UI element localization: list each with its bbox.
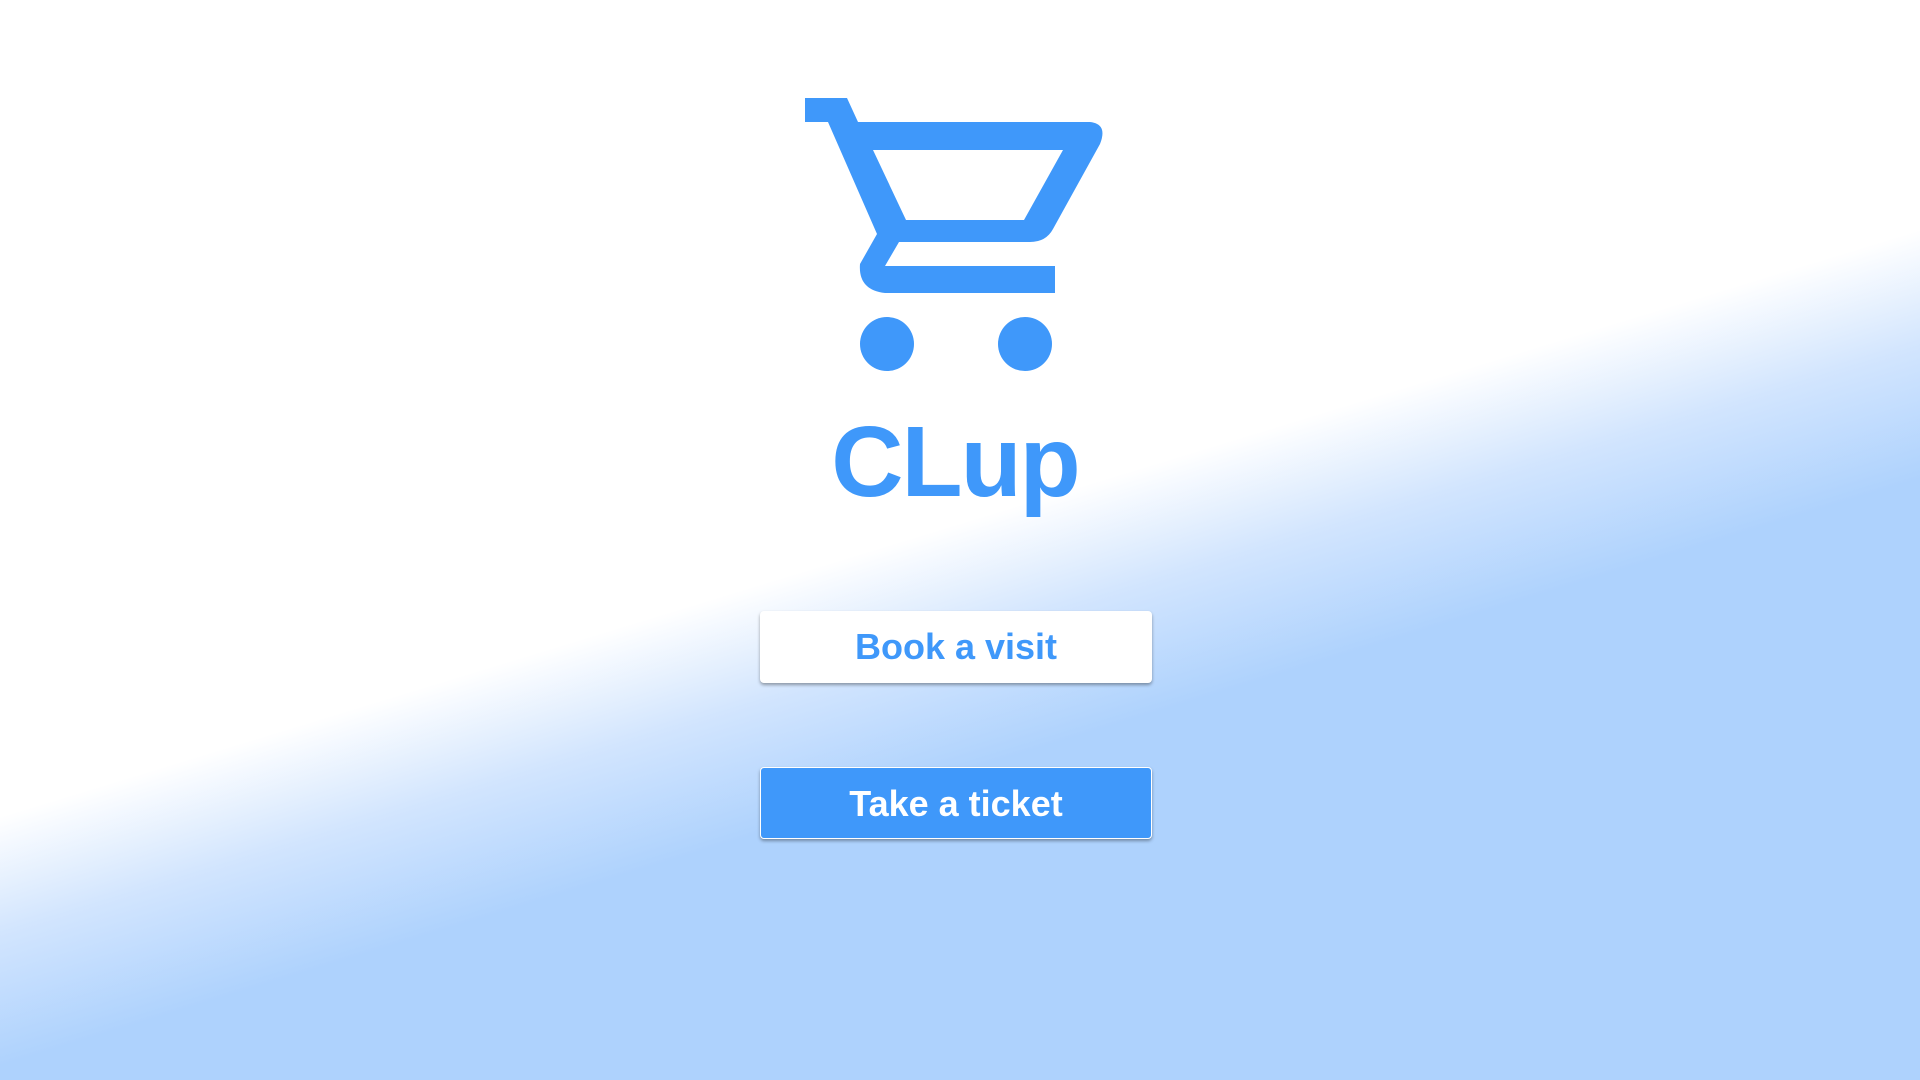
home-screen: CLup Book a visit Take a ticket: [0, 0, 1920, 1080]
shopping-cart-icon: [790, 84, 1110, 384]
app-title: CLup: [831, 406, 1080, 518]
book-visit-button[interactable]: Book a visit: [760, 611, 1152, 683]
take-ticket-button[interactable]: Take a ticket: [760, 767, 1152, 839]
